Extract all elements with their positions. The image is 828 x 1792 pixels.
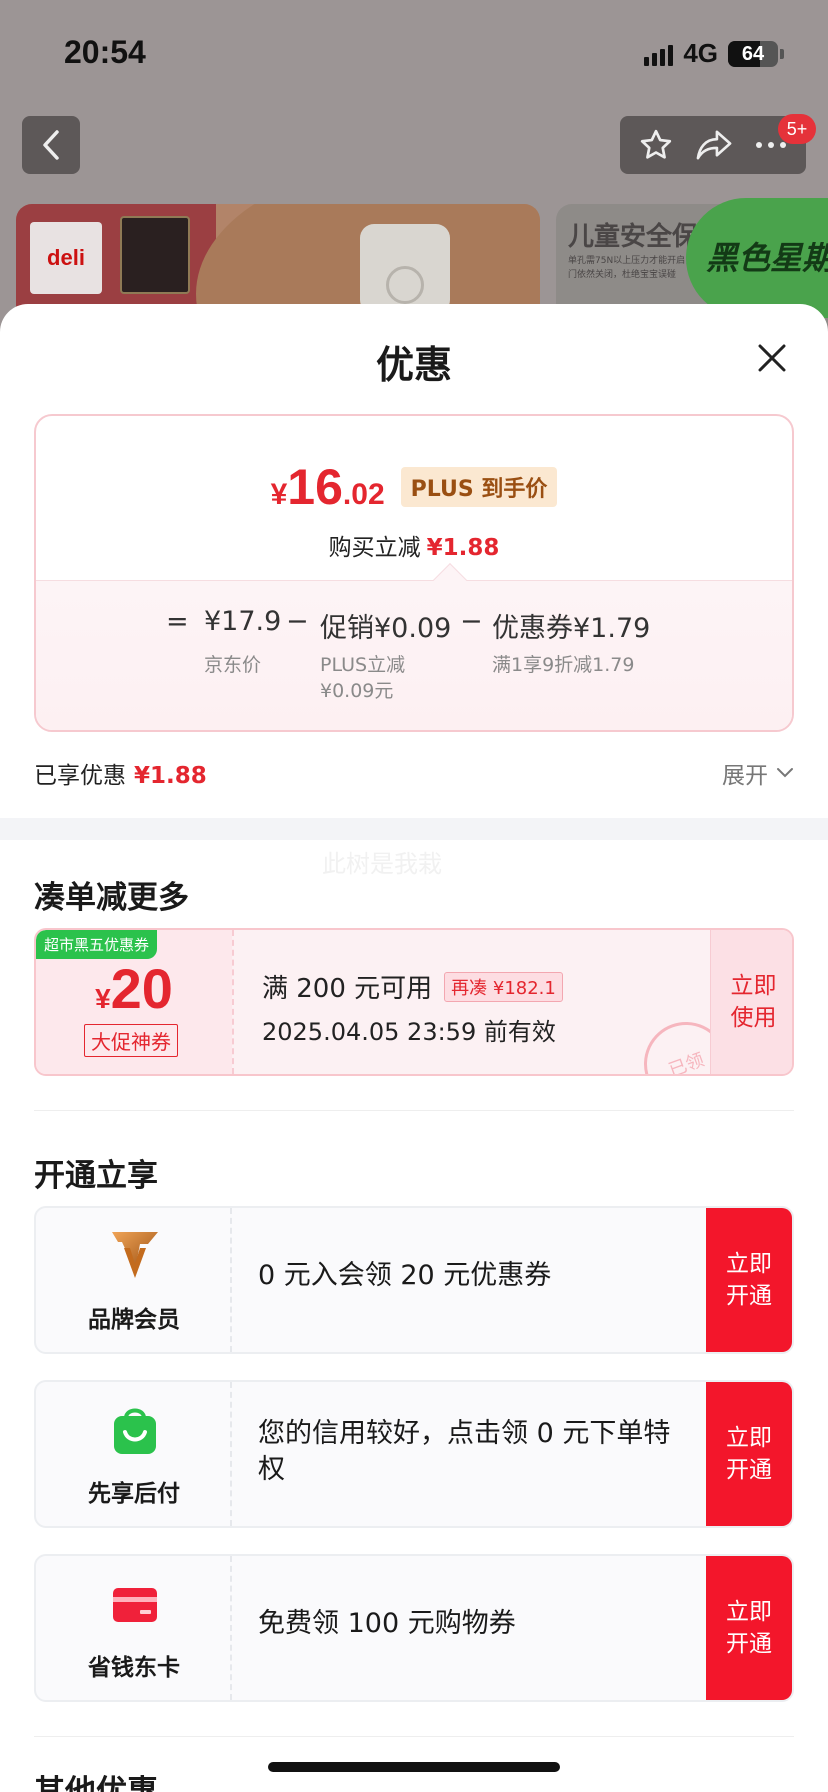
formula-equals: = <box>166 606 189 637</box>
promo-banner-title: 儿童安全保 <box>568 222 699 252</box>
promo-label: PLUS立减 ¥0.09元 <box>320 654 406 702</box>
message-badge: 5+ <box>778 114 816 144</box>
network-type: 4G <box>683 38 718 68</box>
open-section-title: 开通立享 <box>34 1158 158 1194</box>
chevron-down-icon <box>777 768 793 778</box>
base-price-label: 京东价 <box>204 654 262 676</box>
battery-icon: 64 <box>728 40 778 67</box>
coupon-condition: 满 200 元可用 再凑 ¥182.1 <box>262 968 563 1005</box>
price-formula: = ¥17.9 京东价 − 促销¥0.09 PLUS立减 ¥0.09元 − 优惠券… <box>36 606 792 702</box>
close-icon[interactable] <box>752 338 792 378</box>
price-formula-area <box>36 580 792 730</box>
star-icon[interactable] <box>638 127 674 163</box>
final-price: ¥16.02 <box>270 459 385 515</box>
status-time: 20:54 <box>64 34 146 70</box>
share-icon[interactable] <box>695 127 733 163</box>
saving-card-desc: 免费领 100 元购物券 <box>258 1608 516 1639</box>
coupon-card: 超市黑五优惠券 ¥20 大促神券 满 200 元可用 再凑 ¥182.1 202… <box>34 928 794 1076</box>
expand-label: 展开 <box>722 763 768 789</box>
formula-minus-2: − <box>460 606 483 637</box>
card-icon <box>113 1588 157 1622</box>
instant-discount: 购买立减 ¥1.88 <box>328 535 500 561</box>
coupon-amount: 优惠券¥1.79 <box>492 613 651 644</box>
battery-percent: 64 <box>741 42 765 65</box>
coupon-expiry: 2025.04.05 23:59 前有效 <box>262 1018 556 1046</box>
divider <box>34 1736 794 1737</box>
divider <box>34 1110 794 1111</box>
back-button[interactable] <box>22 116 80 174</box>
product-image <box>360 224 450 314</box>
discount-sheet: 优惠 ¥16.02 PLUS 到手价 购买立减 ¥1.88 = ¥17.9 京东价… <box>0 304 828 1792</box>
watermark: 此树是我栽 <box>322 850 442 878</box>
plus-price-tag: PLUS 到手价 <box>400 467 558 507</box>
expand-button[interactable]: 展开 <box>722 756 794 790</box>
chevron-left-icon <box>43 130 59 160</box>
black-friday-text: 黑色星期五 <box>705 239 828 277</box>
final-price-row: ¥16.02 PLUS 到手价 <box>36 458 792 516</box>
other-section-title: 其他优惠 <box>34 1774 158 1792</box>
brand-member-icon <box>112 1232 158 1278</box>
coupon-label: 满1享9折减1.79 <box>492 654 635 676</box>
pay-later-desc: 您的信用较好，点击领 0 元下单特权 <box>258 1418 671 1485</box>
coupon-info: 满 200 元可用 再凑 ¥182.1 2025.04.05 23:59 前有效… <box>232 930 740 1074</box>
section-divider <box>0 818 828 840</box>
coupon-value: ¥20 <box>95 957 173 1020</box>
status-indicators: 4G 64 <box>644 38 784 69</box>
deli-logo: deli <box>30 222 102 294</box>
shopping-bag-icon <box>114 1408 156 1454</box>
status-bar: 20:54 4G 64 <box>0 0 828 100</box>
formula-minus-1: − <box>286 606 309 637</box>
pay-later-name: 先享后付 <box>88 1481 180 1507</box>
base-price: ¥17.9 <box>204 606 282 637</box>
combine-section-title: 凑单减更多 <box>34 880 189 916</box>
black-friday-badge: 黑色星期五 <box>686 198 828 318</box>
open-pay-later-button[interactable]: 立即 开通 <box>706 1382 792 1526</box>
coupon-tag: 超市黑五优惠券 <box>36 930 158 959</box>
open-saving-card-button[interactable]: 立即 开通 <box>706 1556 792 1700</box>
saving-card-name: 省钱东卡 <box>88 1655 180 1681</box>
price-breakdown-card: ¥16.02 PLUS 到手价 购买立减 ¥1.88 = ¥17.9 京东价 − … <box>34 414 794 732</box>
coupon-value-area: 超市黑五优惠券 ¥20 大促神券 <box>36 930 232 1074</box>
promo-amount: 促销¥0.09 <box>320 613 452 644</box>
pay-later-card: 先享后付 您的信用较好，点击领 0 元下单特权 立即 开通 <box>34 1380 794 1528</box>
enjoyed-discount: 已享优惠 ¥1.88 <box>34 763 207 789</box>
brand-member-name: 品牌会员 <box>88 1307 180 1333</box>
brand-member-desc: 0 元入会领 20 元优惠券 <box>258 1260 552 1291</box>
home-indicator[interactable] <box>268 1762 560 1772</box>
more-icon[interactable] <box>754 140 788 150</box>
brand-member-card: 品牌会员 0 元入会领 20 元优惠券 立即 开通 <box>34 1206 794 1354</box>
coupon-more-needed: 再凑 ¥182.1 <box>444 971 563 1002</box>
open-brand-member-button[interactable]: 立即 开通 <box>706 1208 792 1352</box>
jd-gold-badge <box>120 216 190 294</box>
use-now-button[interactable]: 立即 使用 <box>710 930 792 1074</box>
saving-card: 省钱东卡 免费领 100 元购物券 立即 开通 <box>34 1554 794 1702</box>
signal-icon <box>644 42 674 66</box>
sheet-title: 优惠 <box>375 343 452 387</box>
coupon-type-label: 大促神券 <box>84 1024 178 1057</box>
